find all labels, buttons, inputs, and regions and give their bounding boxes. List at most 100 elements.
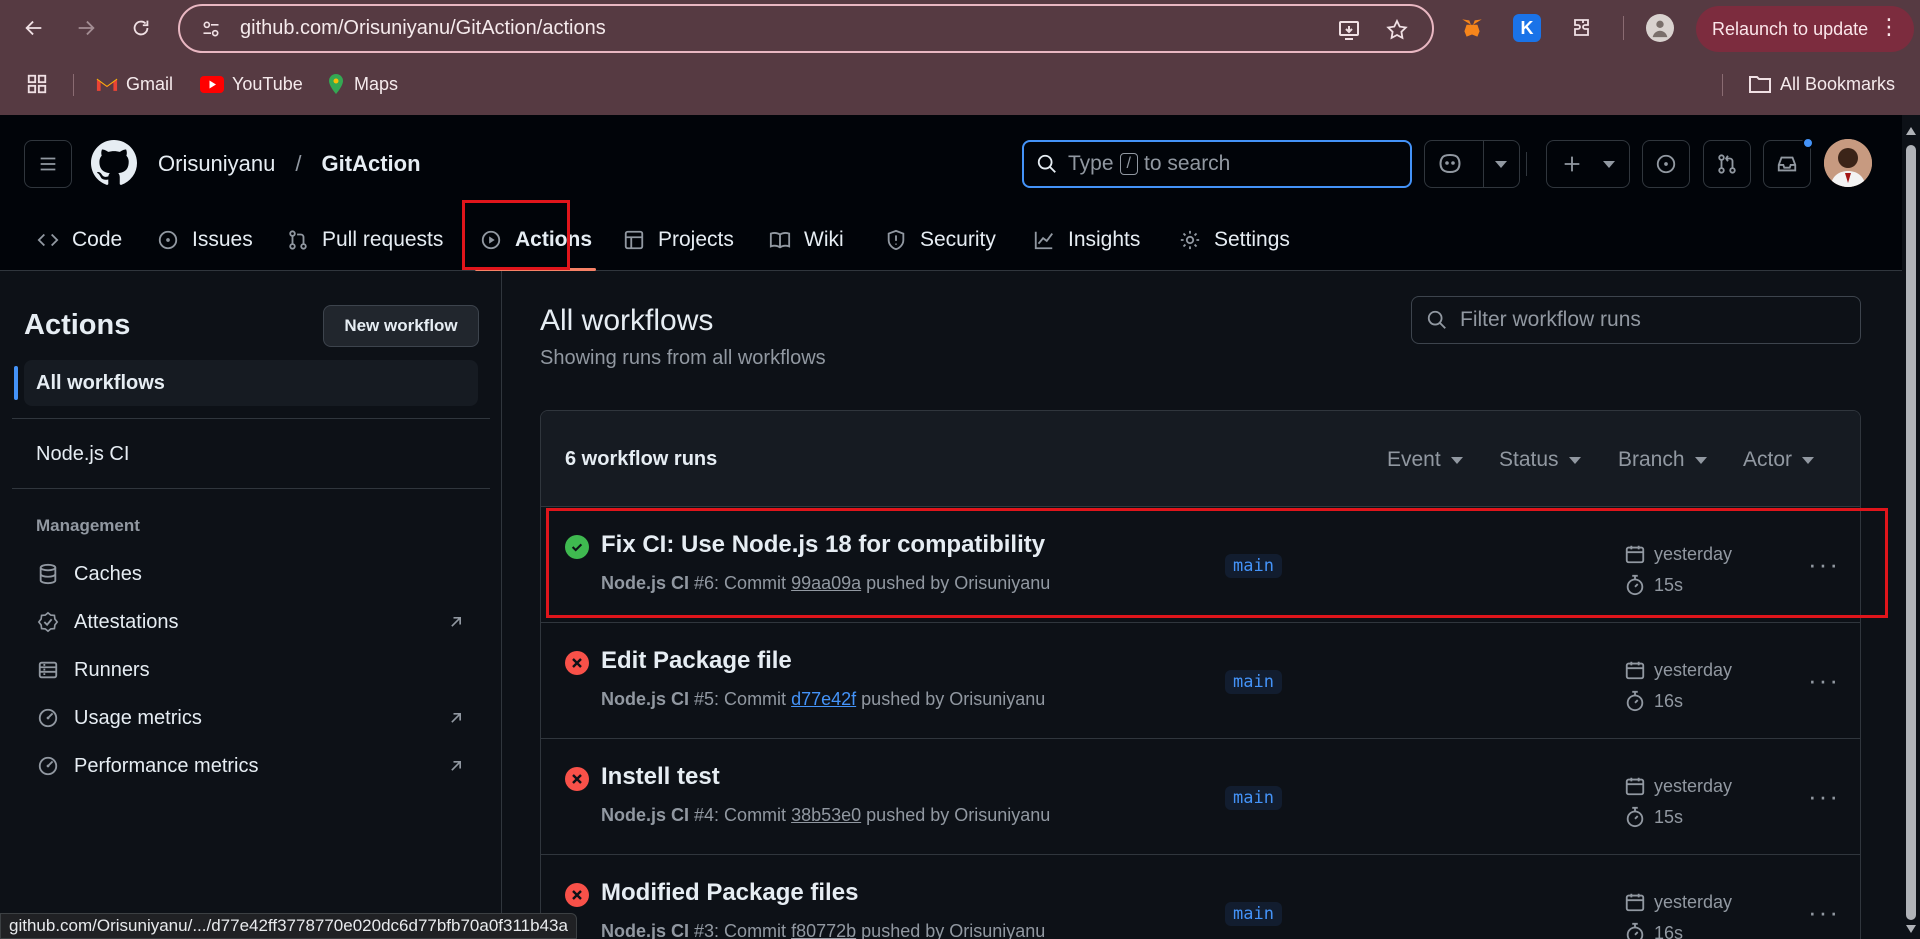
run-title-link[interactable]: Instell test bbox=[601, 763, 720, 791]
issues-button[interactable] bbox=[1642, 140, 1690, 188]
commit-sha-link[interactable]: 99aa09a bbox=[791, 573, 861, 593]
repo-owner-link[interactable]: Orisuniyanu bbox=[158, 151, 275, 177]
tab-settings[interactable]: Settings bbox=[1178, 209, 1290, 271]
sidebar-item-performance-metrics[interactable]: Performance metrics bbox=[36, 746, 466, 786]
run-meta: Node.js CI #6: Commit 99aa09a pushed by … bbox=[601, 573, 1050, 594]
create-new-button[interactable] bbox=[1546, 140, 1630, 188]
actor-filter-dropdown[interactable]: Actor bbox=[1743, 448, 1815, 472]
apps-grid-icon[interactable] bbox=[26, 73, 48, 95]
sidebar-item-all-workflows[interactable]: All workflows bbox=[14, 360, 478, 406]
bookmark-gmail[interactable]: Gmail bbox=[96, 74, 173, 95]
address-bar[interactable]: github.com/Orisuniyanu/GitAction/actions bbox=[178, 4, 1434, 53]
sidebar-item-caches[interactable]: Caches bbox=[36, 554, 466, 594]
youtube-icon bbox=[200, 75, 224, 93]
stopwatch-icon bbox=[1626, 574, 1644, 596]
sidebar-item-nodejs-ci[interactable]: Node.js CI bbox=[24, 431, 478, 477]
commit-sha-link[interactable]: d77e42f bbox=[791, 689, 856, 709]
scrollbar-thumb[interactable] bbox=[1906, 145, 1916, 920]
user-avatar[interactable] bbox=[1824, 139, 1872, 187]
shield-icon bbox=[884, 228, 908, 252]
tab-insights[interactable]: Insights bbox=[1032, 209, 1140, 271]
search-placeholder-suffix: to search bbox=[1143, 152, 1231, 175]
event-filter-dropdown[interactable]: Event bbox=[1387, 448, 1463, 472]
tab-actions[interactable]: Actions bbox=[474, 209, 597, 271]
site-info-icon[interactable] bbox=[198, 16, 224, 42]
page-scrollbar[interactable] bbox=[1902, 115, 1920, 939]
workflow-run-row[interactable]: Modified Package files Node.js CI #3: Co… bbox=[541, 855, 1860, 939]
scroll-down-arrow-icon[interactable] bbox=[1906, 925, 1916, 933]
tab-issues[interactable]: Issues bbox=[156, 209, 253, 271]
inbox-button[interactable] bbox=[1763, 137, 1814, 188]
copilot-icon bbox=[1439, 154, 1461, 173]
profile-avatar-icon[interactable] bbox=[1646, 14, 1674, 42]
all-bookmarks[interactable]: All Bookmarks bbox=[1748, 74, 1895, 95]
commit-sha-link[interactable]: 38b53e0 bbox=[791, 805, 861, 825]
k-extension-icon[interactable]: K bbox=[1513, 14, 1541, 42]
kebab-menu-icon[interactable]: ··· bbox=[1804, 897, 1844, 927]
commit-sha-link[interactable]: f80772b bbox=[791, 921, 856, 939]
chevron-down-icon bbox=[1568, 456, 1581, 464]
status-filter-dropdown[interactable]: Status bbox=[1499, 448, 1581, 472]
run-title-link[interactable]: Fix CI: Use Node.js 18 for compatibility bbox=[601, 531, 1045, 559]
hamburger-menu-button[interactable] bbox=[24, 140, 72, 188]
workflow-run-row[interactable]: Edit Package file Node.js CI #5: Commit … bbox=[541, 623, 1860, 739]
sidebar-item-attestations[interactable]: Attestations bbox=[36, 602, 466, 642]
branch-badge[interactable]: main bbox=[1225, 786, 1282, 810]
inbox-icon bbox=[1777, 156, 1797, 172]
run-date-label: yesterday bbox=[1654, 775, 1733, 796]
sidebar-item-runners[interactable]: Runners bbox=[36, 650, 466, 690]
pull-requests-button[interactable] bbox=[1703, 140, 1751, 188]
kebab-menu-icon[interactable]: ··· bbox=[1804, 781, 1844, 811]
run-title-link[interactable]: Modified Package files bbox=[601, 879, 858, 907]
sidebar-title: Actions bbox=[24, 309, 131, 341]
branch-filter-dropdown[interactable]: Branch bbox=[1618, 448, 1707, 472]
search-input[interactable]: Type / to search bbox=[1022, 140, 1412, 188]
chrome-menu-icon[interactable]: ⋮ bbox=[1878, 16, 1900, 38]
sidebar-item-usage-metrics[interactable]: Usage metrics bbox=[36, 698, 466, 738]
branch-badge[interactable]: main bbox=[1225, 902, 1282, 926]
kebab-menu-icon[interactable]: ··· bbox=[1804, 549, 1844, 579]
workflow-run-row[interactable]: Fix CI: Use Node.js 18 for compatibility… bbox=[541, 507, 1860, 623]
sidebar-divider bbox=[12, 418, 490, 419]
scroll-up-arrow-icon[interactable] bbox=[1906, 127, 1916, 135]
tab-code[interactable]: Code bbox=[36, 209, 122, 271]
install-app-icon[interactable] bbox=[1336, 17, 1362, 43]
run-title-link[interactable]: Edit Package file bbox=[601, 647, 792, 675]
back-icon[interactable] bbox=[16, 10, 52, 46]
kebab-menu-icon[interactable]: ··· bbox=[1804, 665, 1844, 695]
run-workflow-name: Node.js CI bbox=[601, 573, 690, 593]
filter-placeholder: Filter workflow runs bbox=[1460, 308, 1641, 331]
github-logo-icon[interactable] bbox=[91, 140, 137, 186]
extensions-puzzle-icon[interactable] bbox=[1568, 14, 1596, 42]
run-duration: 16s bbox=[1624, 922, 1683, 939]
bookmark-maps[interactable]: Maps bbox=[326, 73, 398, 95]
repo-name-link[interactable]: GitAction bbox=[322, 151, 421, 177]
sidebar-divider bbox=[12, 488, 490, 489]
tab-pull-requests[interactable]: Pull requests bbox=[286, 209, 443, 271]
metamask-extension-icon[interactable] bbox=[1458, 14, 1486, 42]
bookmark-youtube[interactable]: YouTube bbox=[200, 74, 303, 95]
branch-badge[interactable]: main bbox=[1225, 670, 1282, 694]
chevron-down-icon[interactable] bbox=[1495, 161, 1507, 168]
maps-icon bbox=[329, 74, 343, 94]
workflow-run-row[interactable]: Instell test Node.js CI #4: Commit 38b53… bbox=[541, 739, 1860, 855]
sidebar-item-label: Attestations bbox=[74, 610, 179, 633]
new-workflow-button[interactable]: New workflow bbox=[323, 305, 479, 347]
search-icon bbox=[1036, 153, 1058, 175]
tab-issues-label: Issues bbox=[192, 228, 253, 251]
page-subtitle: Showing runs from all workflows bbox=[540, 347, 826, 369]
filter-workflow-runs-input[interactable]: Filter workflow runs bbox=[1411, 296, 1861, 344]
forward-icon[interactable] bbox=[68, 10, 104, 46]
table-icon bbox=[622, 228, 646, 252]
chevron-down-icon bbox=[1603, 161, 1615, 168]
tab-projects[interactable]: Projects bbox=[622, 209, 734, 271]
bookmark-star-icon[interactable] bbox=[1384, 17, 1410, 43]
tab-wiki[interactable]: Wiki bbox=[768, 209, 844, 271]
issue-icon bbox=[156, 228, 180, 252]
branch-badge[interactable]: main bbox=[1225, 554, 1282, 578]
tab-security[interactable]: Security bbox=[884, 209, 996, 271]
url-text[interactable]: github.com/Orisuniyanu/GitAction/actions bbox=[240, 17, 606, 40]
relaunch-button[interactable]: Relaunch to update ⋮ bbox=[1696, 6, 1914, 52]
reload-icon[interactable] bbox=[123, 10, 159, 46]
copilot-button[interactable] bbox=[1424, 140, 1520, 188]
